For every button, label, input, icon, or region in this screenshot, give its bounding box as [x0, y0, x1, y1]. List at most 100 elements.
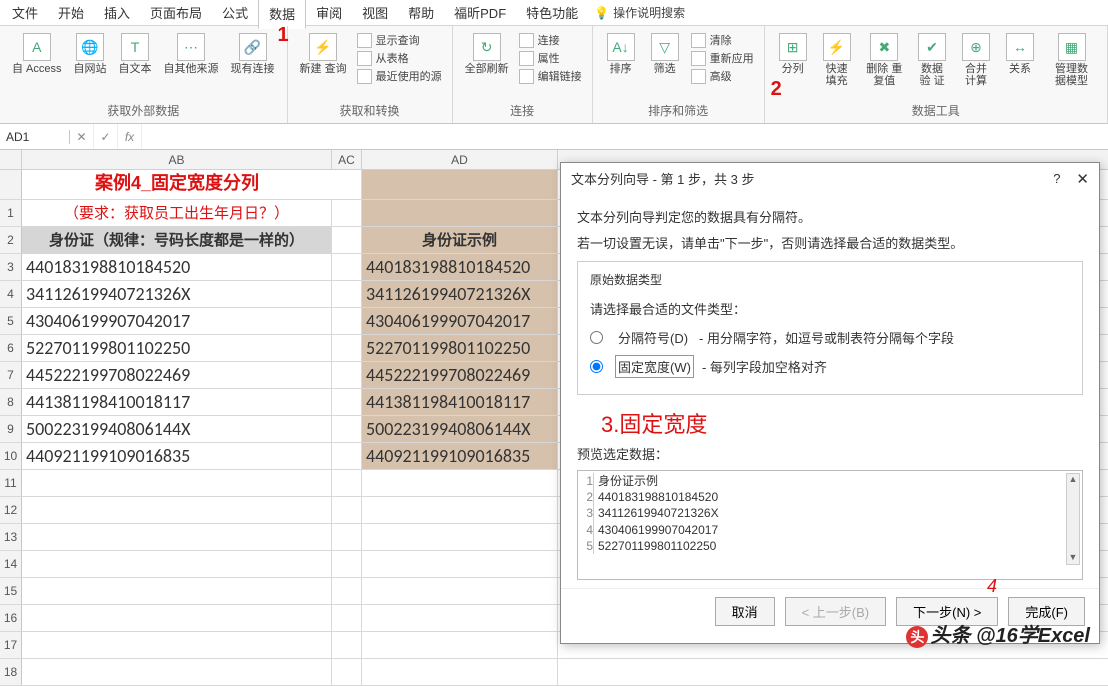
cell-ab[interactable]: 430406199907042017 [22, 308, 332, 334]
tab-help[interactable]: 帮助 [398, 0, 444, 27]
cell-ac[interactable] [332, 497, 362, 523]
cell-ab[interactable] [22, 632, 332, 658]
relationships-button[interactable]: ↔关系 [1000, 30, 1040, 100]
title-cell[interactable]: 案例4_固定宽度分列 [22, 170, 332, 199]
tab-file[interactable]: 文件 [2, 0, 48, 27]
select-all-corner[interactable] [0, 150, 22, 169]
col-header-ab[interactable]: AB [22, 150, 332, 169]
cell-ad[interactable]: 身份证示例 [362, 227, 558, 253]
cell-ac[interactable] [332, 281, 362, 307]
remove-dup-button[interactable]: ✖删除 重复值 [861, 30, 908, 100]
cell-ac[interactable] [332, 578, 362, 604]
cell-ab[interactable] [22, 578, 332, 604]
cell-ad[interactable] [362, 170, 558, 199]
cell-ab[interactable] [22, 497, 332, 523]
sort-button[interactable]: A↓排序 [601, 30, 641, 100]
new-query-button[interactable]: ⚡新建 查询 [296, 30, 351, 100]
cell-ab[interactable]: 445222199708022469 [22, 362, 332, 388]
cell-ab[interactable]: 34112619940721326X [22, 281, 332, 307]
row-header[interactable]: 4 [0, 281, 22, 307]
row-header[interactable]: 6 [0, 335, 22, 361]
from-access-button[interactable]: A自 Access [8, 30, 66, 100]
row-header[interactable] [0, 170, 22, 199]
cell-ab[interactable] [22, 470, 332, 496]
cell-ad[interactable] [362, 578, 558, 604]
clear-filter[interactable]: 清除 [691, 32, 754, 48]
row-header[interactable]: 11 [0, 470, 22, 496]
back-button[interactable]: < 上一步(B) [785, 597, 887, 626]
show-queries[interactable]: 显示查询 [357, 32, 442, 48]
cell-ab[interactable] [22, 551, 332, 577]
row-header[interactable]: 14 [0, 551, 22, 577]
cell-ac[interactable] [332, 200, 362, 226]
row-header[interactable]: 10 [0, 443, 22, 469]
col-header-ac[interactable]: AC [332, 150, 362, 169]
cell-ab[interactable]: 440183198810184520 [22, 254, 332, 280]
consolidate-button[interactable]: ⊕合并计算 [956, 30, 996, 100]
scroll-up-icon[interactable]: ▲ [1067, 474, 1079, 486]
cell-ac[interactable] [332, 443, 362, 469]
cell-ab[interactable]: 522701199801102250 [22, 335, 332, 361]
row-header[interactable]: 5 [0, 308, 22, 334]
preview-scrollbar[interactable]: ▲▼ [1066, 473, 1080, 565]
flash-fill-button[interactable]: ⚡快速填充 [817, 30, 857, 100]
tab-review[interactable]: 审阅 [306, 0, 352, 27]
cell-ad[interactable] [362, 524, 558, 550]
row-header[interactable]: 3 [0, 254, 22, 280]
row-header[interactable]: 9 [0, 416, 22, 442]
data-model-button[interactable]: ▦管理数 据模型 [1044, 30, 1099, 100]
row-header[interactable]: 12 [0, 497, 22, 523]
tell-me[interactable]: 💡 操作说明搜索 [594, 4, 685, 21]
cell-ad[interactable]: 445222199708022469 [362, 362, 558, 388]
reapply-filter[interactable]: 重新应用 [691, 50, 754, 66]
row-header[interactable]: 13 [0, 524, 22, 550]
radio-fixed-width[interactable] [590, 360, 603, 373]
cell-ad[interactable]: 440921199109016835 [362, 443, 558, 469]
radio-fixed-width-label[interactable]: 固定宽度(W) [615, 355, 694, 378]
data-validation-button[interactable]: ✔数据验 证 [912, 30, 952, 100]
cell-ab[interactable] [22, 524, 332, 550]
cell-ac[interactable] [332, 362, 362, 388]
filter-button[interactable]: ▽筛选 [645, 30, 685, 100]
from-text-button[interactable]: T自文本 [115, 30, 156, 100]
cell-ab[interactable]: 441381198410018117 [22, 389, 332, 415]
cell-ac[interactable] [332, 524, 362, 550]
from-other-button[interactable]: ⋯自其他来源 [160, 30, 223, 100]
dialog-titlebar[interactable]: 文本分列向导 - 第 1 步，共 3 步 ? ✕ [561, 163, 1099, 194]
refresh-all-button[interactable]: ↻全部刷新 [461, 30, 513, 100]
cell-ac[interactable] [332, 551, 362, 577]
cell-ad[interactable] [362, 200, 558, 226]
cell-ab[interactable]: （要求：获取员工出生年月日？） [22, 200, 332, 226]
properties-item[interactable]: 属性 [519, 50, 582, 66]
row-header[interactable]: 15 [0, 578, 22, 604]
cell-ab[interactable]: 50022319940806144X [22, 416, 332, 442]
existing-conn-button[interactable]: 🔗现有连接 [227, 30, 279, 100]
preview-box[interactable]: 1身份证示例2440183198810184520334112619940721… [577, 470, 1083, 580]
cell-ac[interactable] [332, 227, 362, 253]
radio-delimited[interactable] [590, 331, 603, 344]
row-header[interactable]: 1 [0, 200, 22, 226]
cell-ad[interactable]: 441381198410018117 [362, 389, 558, 415]
row-header[interactable]: 8 [0, 389, 22, 415]
cell-ab[interactable] [22, 659, 332, 685]
cell-ac[interactable] [332, 308, 362, 334]
row-header[interactable]: 7 [0, 362, 22, 388]
name-box[interactable]: AD1 [0, 130, 70, 144]
cell-ac[interactable] [332, 632, 362, 658]
row-header[interactable]: 18 [0, 659, 22, 685]
accept-formula-button[interactable]: ✓ [94, 124, 118, 149]
cancel-formula-button[interactable]: ✕ [70, 124, 94, 149]
advanced-filter[interactable]: 高级 [691, 68, 754, 84]
cell-ad[interactable]: 440183198810184520 [362, 254, 558, 280]
tab-special[interactable]: 特色功能 [516, 0, 588, 27]
help-button[interactable]: ? [1053, 171, 1060, 186]
row-header[interactable]: 16 [0, 605, 22, 631]
fx-button[interactable]: fx [118, 124, 142, 149]
cell-ad[interactable] [362, 659, 558, 685]
cancel-button[interactable]: 取消 [715, 597, 775, 626]
cell-ad[interactable] [362, 551, 558, 577]
cell-ab[interactable]: 440921199109016835 [22, 443, 332, 469]
cell-ad[interactable]: 430406199907042017 [362, 308, 558, 334]
cell-ad[interactable] [362, 470, 558, 496]
tab-home[interactable]: 开始 [48, 0, 94, 27]
